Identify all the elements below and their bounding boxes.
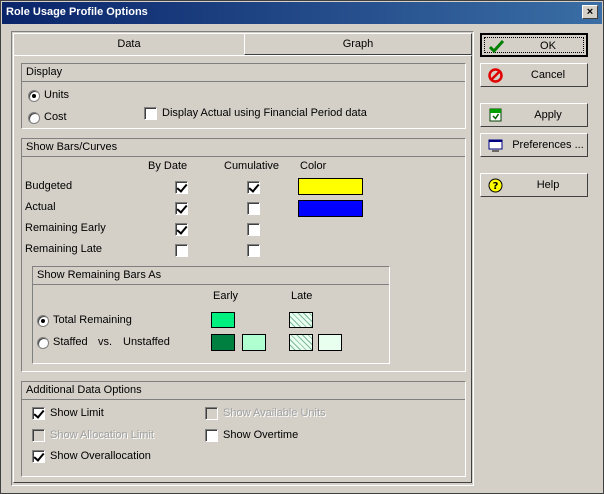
early-staffed-swatch[interactable] <box>211 334 235 351</box>
display-group-header: Display <box>22 64 465 82</box>
additional-group: Additional Data Options Show Limit Show … <box>21 381 466 477</box>
apply-button[interactable]: Apply <box>480 103 588 127</box>
show-allocation-limit-checkbox <box>32 429 45 442</box>
by-date-header: By Date <box>148 160 188 172</box>
show-overallocation-checkbox[interactable] <box>32 450 45 463</box>
bars-group: Show Bars/Curves By Date Cumulative Colo… <box>21 138 466 372</box>
ok-label: OK <box>540 40 556 52</box>
title-bar[interactable]: Role Usage Profile Options × <box>2 2 602 24</box>
tab-data[interactable]: Data <box>13 33 245 56</box>
show-limit-label[interactable]: Show Limit <box>50 407 104 419</box>
tab-graph-label: Graph <box>342 38 374 50</box>
close-button[interactable]: × <box>582 5 598 19</box>
total-remaining-radio[interactable] <box>37 315 49 327</box>
units-label[interactable]: Units <box>44 89 69 101</box>
help-label: Help <box>536 179 560 191</box>
close-icon: × <box>586 6 594 18</box>
early-total-swatch[interactable] <box>211 312 235 328</box>
tab-graph[interactable]: Graph <box>244 33 472 55</box>
preferences-label: Preferences ... <box>512 139 584 151</box>
ok-button[interactable]: OK <box>480 33 588 57</box>
apply-label: Apply <box>534 109 562 121</box>
late-total-swatch[interactable] <box>289 312 313 328</box>
display-actual-checkbox[interactable] <box>144 107 157 120</box>
bars-group-header: Show Bars/Curves <box>22 139 465 157</box>
preferences-button[interactable]: Preferences ... <box>480 133 588 157</box>
cost-label[interactable]: Cost <box>44 111 67 123</box>
color-header: Color <box>300 160 327 172</box>
cumulative-header: Cumulative <box>224 160 280 172</box>
apply-icon <box>489 108 502 122</box>
actual-color-swatch[interactable] <box>298 200 363 217</box>
budgeted-by-date-checkbox[interactable] <box>175 181 188 194</box>
staffed-radio[interactable] <box>37 337 49 349</box>
actual-cumulative-checkbox[interactable] <box>247 202 260 215</box>
cancel-icon <box>488 68 503 83</box>
show-overtime-checkbox[interactable] <box>205 429 218 442</box>
display-group: Display Units Cost Display Actual using … <box>21 63 466 129</box>
actual-by-date-checkbox[interactable] <box>175 202 188 215</box>
remaining-late-cumulative-checkbox[interactable] <box>247 244 260 257</box>
budgeted-color-swatch[interactable] <box>298 178 363 195</box>
help-icon: ? <box>488 178 503 193</box>
additional-group-header: Additional Data Options <box>22 382 465 400</box>
units-radio[interactable] <box>28 90 40 102</box>
show-allocation-limit-label: Show Allocation Limit <box>50 429 154 441</box>
actual-label: Actual <box>25 201 56 213</box>
preferences-icon <box>488 139 503 152</box>
remaining-early-cumulative-checkbox[interactable] <box>247 223 260 236</box>
budgeted-cumulative-checkbox[interactable] <box>247 181 260 194</box>
late-staffed-swatch[interactable] <box>289 334 313 351</box>
unstaffed-label: Unstaffed <box>123 336 170 348</box>
show-overallocation-label[interactable]: Show Overallocation <box>50 450 151 462</box>
tab-data-label: Data <box>117 38 141 50</box>
cost-radio[interactable] <box>28 112 40 124</box>
late-header: Late <box>291 290 313 302</box>
remaining-early-by-date-checkbox[interactable] <box>175 223 188 236</box>
show-available-units-label: Show Available Units <box>223 407 326 419</box>
cancel-button[interactable]: Cancel <box>480 63 588 87</box>
cancel-label: Cancel <box>530 69 566 81</box>
total-remaining-label[interactable]: Total Remaining <box>53 314 132 326</box>
early-header: Early <box>213 290 239 302</box>
remaining-late-label: Remaining Late <box>25 243 103 255</box>
remaining-early-label: Remaining Early <box>25 222 106 234</box>
checkmark-icon <box>489 39 504 54</box>
remaining-bars-header: Show Remaining Bars As <box>33 267 389 285</box>
show-limit-checkbox[interactable] <box>32 407 45 420</box>
budgeted-label: Budgeted <box>25 180 73 192</box>
remaining-bars-group: Show Remaining Bars As Early Late Total … <box>32 266 390 364</box>
svg-text:?: ? <box>493 181 499 192</box>
staffed-label[interactable]: Staffed <box>53 336 88 348</box>
show-overtime-label[interactable]: Show Overtime <box>223 429 298 441</box>
vs-label: vs. <box>98 336 113 348</box>
help-button[interactable]: ? Help <box>480 173 588 197</box>
remaining-late-by-date-checkbox[interactable] <box>175 244 188 257</box>
window-title: Role Usage Profile Options <box>6 6 148 18</box>
show-available-units-checkbox <box>205 407 218 420</box>
display-actual-label[interactable]: Display Actual using Financial Period da… <box>162 107 367 119</box>
late-unstaffed-swatch[interactable] <box>318 334 342 351</box>
early-unstaffed-swatch[interactable] <box>242 334 266 351</box>
dialog-window: Role Usage Profile Options × Data Graph … <box>0 0 604 494</box>
